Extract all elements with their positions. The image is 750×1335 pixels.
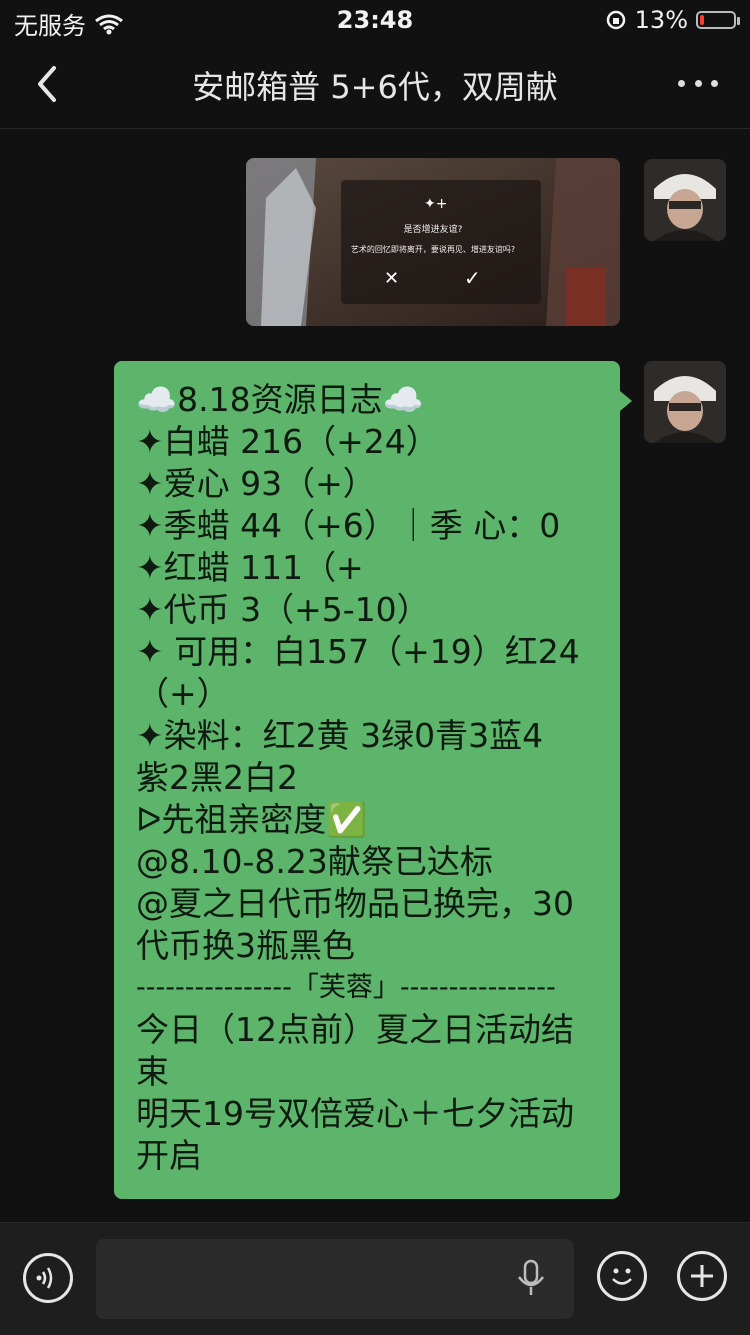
message-line: ✦ 可用：白157（+19）红24: [136, 632, 580, 671]
more-icon[interactable]: [678, 68, 718, 98]
avatar[interactable]: [644, 159, 726, 241]
avatar[interactable]: [644, 361, 726, 443]
message-line: ᐅ先祖亲密度✅: [136, 800, 368, 839]
text-message-bubble[interactable]: ☁️8.18资源日志☁️ ✦白蜡 216（+24） ✦爱心 93（+） ✦季蜡 …: [114, 361, 632, 1199]
message-line: 束: [136, 1052, 169, 1091]
message-line: ☁️8.18资源日志☁️: [136, 380, 424, 419]
avatar-image: [644, 361, 726, 443]
input-bar: [0, 1222, 750, 1335]
message-line: 今日（12点前）夏之日活动结: [136, 1010, 574, 1049]
battery-fill: [700, 15, 704, 25]
message-line: ✦白蜡 216（+24）: [136, 422, 439, 461]
chat-header: 安邮箱普 5+6代，双周献: [0, 40, 750, 129]
message-line: 开启: [136, 1136, 202, 1175]
dialog-reject-button: ✕: [384, 268, 400, 289]
dialog-accept-button: ✓: [464, 266, 481, 290]
message-line: （+）: [136, 674, 230, 713]
message-line: @夏之日代币物品已换完，30: [136, 884, 574, 923]
game-screenshot: [246, 158, 620, 326]
status-right: 13%: [605, 6, 740, 34]
plus-icon[interactable]: [677, 1251, 727, 1301]
message-line: ✦季蜡 44（+6）｜季 心：0: [136, 506, 561, 545]
battery-icon: [696, 11, 740, 29]
message-input[interactable]: [96, 1239, 574, 1319]
message-line: @8.10-8.23献祭已达标: [136, 842, 493, 881]
message-divider: ----------------「芙蓉」----------------: [136, 972, 556, 1003]
message-line: ✦染料：红2黄 3绿0青3蓝4: [136, 716, 544, 755]
dialog-title: 是否增进友谊?: [403, 225, 463, 235]
battery-percent: 13%: [634, 6, 688, 34]
chat-title: 安邮箱普 5+6代，双周献: [192, 68, 558, 106]
message-line: ✦爱心 93（+）: [136, 464, 376, 503]
message-line: 代币换3瓶黑色: [136, 926, 355, 965]
emoji-icon[interactable]: [597, 1251, 647, 1301]
image-message[interactable]: ✦+ 是否增进友谊? 艺术的回忆即将离开，要说再见、增进友谊吗? ✕ ✓: [246, 158, 620, 326]
dialog-star-icon: ✦+: [424, 196, 448, 212]
microphone-icon[interactable]: [516, 1259, 546, 1299]
message-line: ✦代币 3（+5-10）: [136, 590, 430, 629]
voice-icon[interactable]: [23, 1253, 73, 1303]
bubble-tail: [620, 391, 632, 411]
orientation-lock-icon: [606, 10, 625, 30]
message-line: 明天19号双倍爱心＋七夕活动: [136, 1094, 574, 1133]
status-bar: 无服务 23:48 13%: [0, 0, 750, 40]
dialog-subtitle: 艺术的回忆即将离开，要说再见、增进友谊吗?: [350, 245, 516, 254]
message-line: 紫2黑2白2: [136, 758, 298, 797]
message-text: ☁️8.18资源日志☁️ ✦白蜡 216（+24） ✦爱心 93（+） ✦季蜡 …: [136, 379, 598, 1177]
avatar-image: [644, 159, 726, 241]
message-line: ✦红蜡 111（+: [136, 548, 364, 587]
